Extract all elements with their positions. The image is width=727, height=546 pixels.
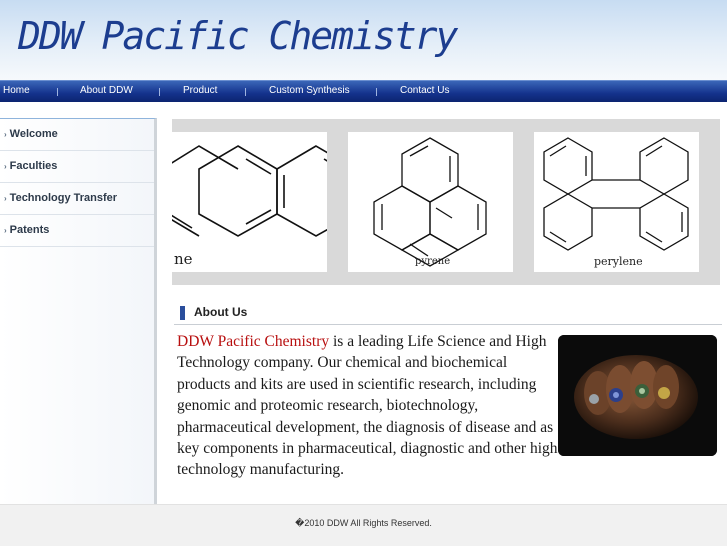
nav-product-link[interactable]: Product (183, 85, 217, 96)
about-body: is a leading Life Science and High Techn… (177, 333, 558, 479)
fist-photo-graphic (558, 335, 717, 456)
nav-home-link[interactable]: Home (3, 85, 30, 96)
naphthalene-structure (172, 145, 356, 237)
molecule-card: ne (172, 132, 356, 272)
company-name: DDW Pacific Chemistry (177, 333, 330, 350)
molecule-card: pyrene (348, 132, 513, 272)
main-nav: Home About DDW Product Custom Synthesis … (0, 80, 727, 102)
about-paragraph: DDW Pacific Chemistry is a leading Life … (177, 331, 562, 481)
molecule-card: perylene (534, 132, 699, 272)
site-title: DDW Pacific Chemistry (18, 14, 458, 58)
molecule-name: ne (174, 250, 193, 268)
bullet-icon: › (4, 130, 7, 139)
nav-about-link[interactable]: About DDW (80, 85, 133, 96)
sidebar: › Welcome › Faculties › Technology Transfer… (0, 118, 157, 505)
sidebar-item-label: Technology Transfer (9, 192, 118, 204)
sidebar-item-faculties[interactable]: › Faculties (0, 151, 154, 183)
pyrene-structure (373, 137, 487, 267)
fist-rings-photo (558, 335, 717, 456)
sidebar-item-patents[interactable]: › Patents (0, 215, 154, 247)
section-marker-icon (180, 306, 185, 320)
sidebar-item-label: Welcome (9, 128, 58, 140)
nav-separator (376, 88, 377, 96)
nav-contact-link[interactable]: Contact Us (400, 85, 449, 96)
nav-separator (159, 88, 160, 96)
section-title: About Us (194, 305, 248, 319)
bullet-icon: › (4, 194, 7, 203)
perylene-structure (543, 137, 689, 251)
header: DDW Pacific Chemistry (0, 0, 727, 80)
nav-separator (57, 88, 58, 96)
sidebar-item-label: Patents (9, 224, 50, 236)
nav-separator (245, 88, 246, 96)
footer: �2010 DDW All Rights Reserved. (0, 504, 727, 546)
about-section-header: About Us (174, 302, 722, 325)
nav-custom-synthesis-link[interactable]: Custom Synthesis (269, 85, 350, 96)
bullet-icon: › (4, 226, 7, 235)
molecule-gallery: ne pyrene perylene (172, 119, 720, 285)
molecule-name: perylene (594, 255, 643, 268)
molecule-name: pyrene (415, 256, 451, 267)
bullet-icon: › (4, 162, 7, 171)
sidebar-item-technology-transfer[interactable]: › Technology Transfer (0, 183, 154, 215)
copyright-text: �2010 DDW All Rights Reserved. (295, 518, 432, 528)
sidebar-item-welcome[interactable]: › Welcome (0, 119, 154, 151)
sidebar-item-label: Faculties (9, 160, 58, 172)
